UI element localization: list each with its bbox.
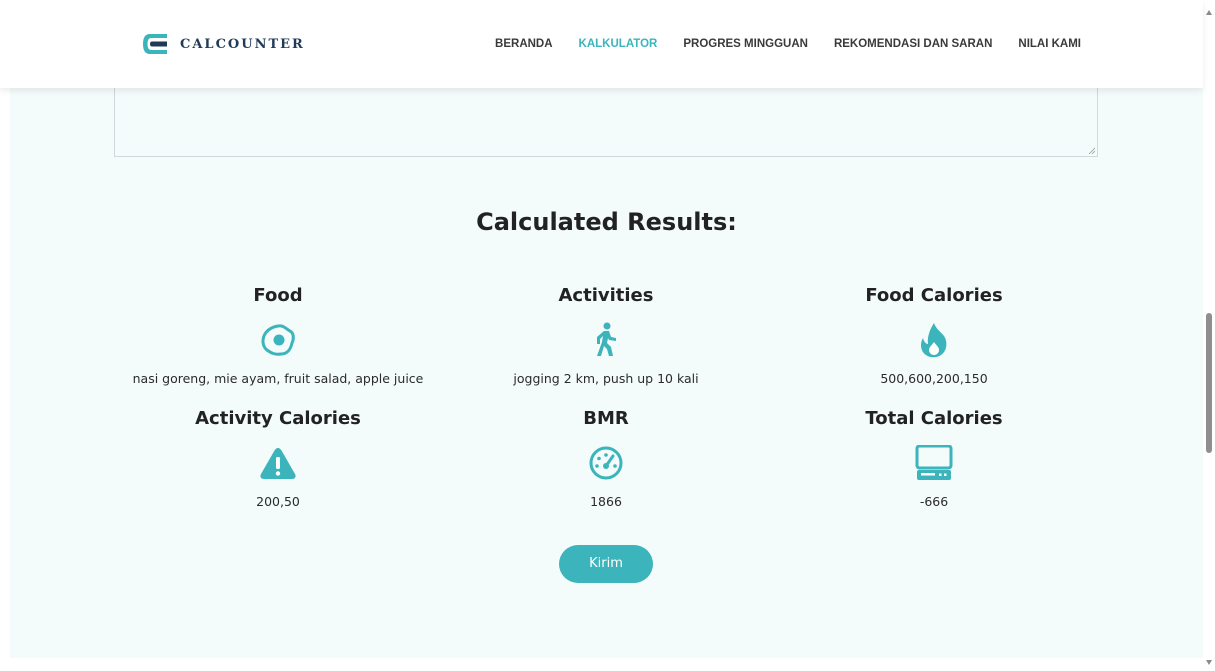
brand-logo[interactable]: CALCOUNTER [140,28,305,60]
warning-icon [118,446,438,480]
nav-item-progres-mingguan[interactable]: PROGRES MINGGUAN [683,38,808,50]
fire-icon [774,323,1094,358]
result-title: Total Calories [865,408,1003,429]
nav-item-rekomendasi-dan-saran[interactable]: REKOMENDASI DAN SARAN [834,38,992,50]
result-title: BMR [583,408,629,429]
result-food-calories: Food Calories 500,600,200,150 [774,283,1094,386]
result-value: 200,50 [256,494,300,509]
result-total-calories: Total Calories -666 [774,406,1094,509]
gauge-icon [446,446,766,480]
result-title: Activities [558,285,654,306]
scrollbar-thumb[interactable] [1206,313,1212,453]
logo-text: CALCOUNTER [180,36,305,52]
calculator-section: Calculated Results: Food nasi goreng, mi… [10,86,1203,658]
result-value: 1866 [590,494,622,509]
computer-icon [774,445,1094,480]
calcounter-logo-icon [143,34,167,54]
notes-textarea[interactable] [114,86,1098,157]
nav-item-nilai-kami[interactable]: NILAI KAMI [1018,38,1081,50]
result-title: Food Calories [865,285,1003,306]
page: CALCOUNTER BERANDA KALKULATOR PROGRES MI… [0,0,1215,671]
main-nav: BERANDA KALKULATOR PROGRES MINGGUAN REKO… [469,38,1081,50]
top-navbar: CALCOUNTER BERANDA KALKULATOR PROGRES MI… [0,0,1203,88]
result-value: nasi goreng, mie ayam, fruit salad, appl… [132,371,424,386]
resize-grip-icon[interactable] [1088,147,1095,154]
result-activity-calories: Activity Calories 200,50 [118,406,438,509]
fried-egg-icon [118,323,438,357]
result-activities: Activities jogging 2 km, push up 10 kali [446,283,766,386]
result-title: Food [253,285,303,306]
nav-item-kalkulator[interactable]: KALKULATOR [579,38,658,50]
result-value: -666 [919,494,949,509]
scroll-up-arrow-icon[interactable] [1206,10,1212,15]
page-scrollbar[interactable] [1203,0,1215,671]
result-title: Activity Calories [195,408,361,429]
walking-person-icon [446,322,766,357]
result-value: jogging 2 km, push up 10 kali [513,371,699,386]
result-bmr: BMR 1866 [446,406,766,509]
results-heading: Calculated Results: [476,208,737,236]
kirim-button[interactable]: Kirim [559,545,653,583]
nav-item-beranda[interactable]: BERANDA [495,38,553,50]
result-value: 500,600,200,150 [880,371,988,386]
result-food: Food nasi goreng, mie ayam, fruit salad,… [118,283,438,386]
scroll-down-arrow-icon[interactable] [1206,660,1212,665]
